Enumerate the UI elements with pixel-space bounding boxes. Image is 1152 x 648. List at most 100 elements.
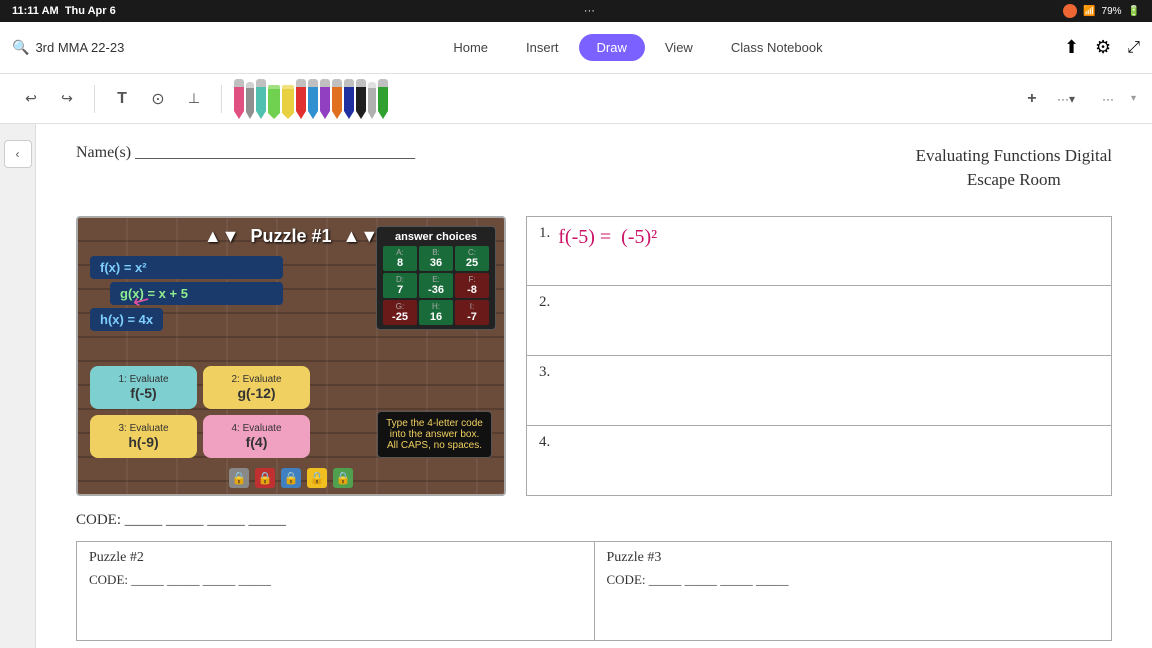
settings-icon[interactable]: ⚙ bbox=[1095, 37, 1111, 58]
tab-view[interactable]: View bbox=[647, 34, 711, 61]
answer-cell-H: H:16 bbox=[419, 300, 453, 325]
answer-cell-B: B:36 bbox=[419, 246, 453, 271]
puzzle-section: ▲▼ Puzzle #1 ▲▼ f(x) = x² g(x) = x + 5 h… bbox=[76, 216, 1112, 496]
pen-dark-blue[interactable] bbox=[344, 79, 354, 119]
puzzle-title: ▲▼ Puzzle #1 ▲▼ bbox=[204, 226, 378, 247]
answer-num-3: 3. bbox=[539, 364, 550, 381]
undo-button[interactable]: ↩ bbox=[16, 84, 46, 114]
answer-num-4: 4. bbox=[539, 434, 550, 451]
toolbar-separator-2 bbox=[221, 85, 222, 113]
puzzle-3-title: Puzzle #3 bbox=[607, 550, 1100, 566]
expand-icon[interactable]: ⤢ bbox=[1127, 39, 1140, 57]
pen-teal[interactable] bbox=[256, 79, 266, 119]
status-center-dots: ··· bbox=[584, 5, 595, 17]
answer-row-1: 1. f(-5) = (-5)² bbox=[527, 217, 1111, 287]
pen-blue[interactable] bbox=[308, 79, 318, 119]
toolbar: ↩ ↪ T ⊙ ⊥ bbox=[0, 74, 1152, 124]
lock-3: 🔒 bbox=[281, 468, 301, 488]
search-icon: 🔍 bbox=[12, 39, 29, 56]
answer-cell-I: I:-7 bbox=[455, 300, 489, 325]
pen-black[interactable] bbox=[356, 79, 366, 119]
status-time: 11:11 AM Thu Apr 6 bbox=[12, 5, 116, 17]
answer-grid: A:8 B:36 C:25 D:7 E:-36 F:-8 G:-25 H:16 … bbox=[383, 246, 489, 325]
locks-row: 🔒 🔒 🔒 🔒 🔒 bbox=[229, 468, 353, 488]
redo-button[interactable]: ↪ bbox=[52, 84, 82, 114]
overflow-button[interactable]: ··· bbox=[1093, 84, 1123, 114]
code-instruction-box: Type the 4-letter code into the answer b… bbox=[377, 411, 492, 458]
eval-btn-2: 2: Evaluate g(-12) bbox=[203, 366, 310, 409]
sidebar-toggle-area: ‹ bbox=[0, 124, 36, 648]
pen-green[interactable] bbox=[378, 79, 388, 119]
bottom-puzzles: Puzzle #2 CODE: _____ _____ _____ _____ … bbox=[76, 541, 1112, 641]
tab-class-notebook[interactable]: Class Notebook bbox=[713, 34, 841, 61]
more-pens-button[interactable]: ···▾ bbox=[1051, 84, 1081, 114]
answer-cell-F: F:-8 bbox=[455, 273, 489, 298]
nav-right: ⬆ ⚙ ⤢ bbox=[1064, 37, 1140, 58]
function-boxes: f(x) = x² g(x) = x + 5 h(x) = 4x bbox=[90, 256, 283, 331]
pen-gray[interactable] bbox=[246, 82, 254, 119]
pen-yellow-highlight[interactable] bbox=[282, 85, 294, 119]
pen-red[interactable] bbox=[296, 79, 306, 119]
answer-panel-title: answer choices bbox=[383, 231, 489, 243]
tab-insert[interactable]: Insert bbox=[508, 34, 577, 61]
pen-light-gray[interactable] bbox=[368, 82, 376, 119]
lock-5: 🔒 bbox=[333, 468, 353, 488]
pen-pink[interactable] bbox=[234, 79, 244, 119]
eval-btn-4: 4: Evaluate f(4) bbox=[203, 415, 310, 458]
search-text: 3rd MMA 22-23 bbox=[35, 40, 124, 55]
lock-4: 🔒 bbox=[307, 468, 327, 488]
puzzle-2-code: CODE: _____ _____ _____ _____ bbox=[89, 572, 582, 588]
pen-orange[interactable] bbox=[332, 79, 342, 119]
answer-choices-panel: answer choices A:8 B:36 C:25 D:7 E:-36 F… bbox=[376, 226, 496, 330]
sidebar-toggle-button[interactable]: ‹ bbox=[4, 140, 32, 168]
wifi-icon: 📶 bbox=[1083, 6, 1095, 17]
doc-header: Name(s) ________________________________… bbox=[76, 144, 1112, 192]
page-content: Name(s) ________________________________… bbox=[36, 124, 1152, 648]
content-area: ‹ Name(s) ______________________________… bbox=[0, 124, 1152, 648]
answer-cell-D: D:7 bbox=[383, 273, 417, 298]
answer-num-2: 2. bbox=[539, 294, 550, 311]
eraser-tool-button[interactable]: ⊥ bbox=[179, 84, 209, 114]
undo-redo-group: ↩ ↪ bbox=[16, 84, 82, 114]
record-indicator bbox=[1063, 4, 1077, 18]
code-line: CODE: _____ _____ _____ _____ bbox=[76, 512, 1112, 529]
lock-1: 🔒 bbox=[229, 468, 249, 488]
puzzle-3-code: CODE: _____ _____ _____ _____ bbox=[607, 572, 1100, 588]
answer-cell-A: A:8 bbox=[383, 246, 417, 271]
tab-draw[interactable]: Draw bbox=[579, 34, 645, 61]
nav-bar: 🔍 3rd MMA 22-23 Home Insert Draw View Cl… bbox=[0, 22, 1152, 74]
status-bar: 11:11 AM Thu Apr 6 ··· 📶 79% 🔋 bbox=[0, 0, 1152, 22]
puzzle-image: ▲▼ Puzzle #1 ▲▼ f(x) = x² g(x) = x + 5 h… bbox=[76, 216, 506, 496]
answer-cell-G: G:-25 bbox=[383, 300, 417, 325]
text-tools-group: T ⊙ ⊥ bbox=[107, 84, 209, 114]
puzzle-2-box: Puzzle #2 CODE: _____ _____ _____ _____ bbox=[77, 542, 595, 640]
answer-row-4: 4. bbox=[527, 426, 1111, 495]
eval-btn-1: 1: Evaluate f(-5) bbox=[90, 366, 197, 409]
pen-purple[interactable] bbox=[320, 79, 330, 119]
pen-tools-group bbox=[234, 79, 1005, 119]
nav-tabs: Home Insert Draw View Class Notebook bbox=[232, 34, 1044, 61]
answer-row-2: 2. bbox=[527, 286, 1111, 356]
app-container: 🔍 3rd MMA 22-23 Home Insert Draw View Cl… bbox=[0, 22, 1152, 648]
hx-box: h(x) = 4x bbox=[90, 308, 163, 331]
pen-green-highlight[interactable] bbox=[268, 85, 280, 119]
toolbar-separator-1 bbox=[94, 85, 95, 113]
puzzle-3-box: Puzzle #3 CODE: _____ _____ _____ _____ bbox=[595, 542, 1112, 640]
doc-title: Evaluating Functions DigitalEscape Room bbox=[916, 144, 1112, 192]
tab-home[interactable]: Home bbox=[435, 34, 506, 61]
lasso-tool-button[interactable]: ⊙ bbox=[143, 84, 173, 114]
evaluate-buttons: 1: Evaluate f(-5) 2: Evaluate g(-12) 3: … bbox=[90, 366, 310, 458]
status-right: 📶 79% 🔋 bbox=[1063, 4, 1140, 18]
puzzle-2-title: Puzzle #2 bbox=[89, 550, 582, 566]
text-tool-button[interactable]: T bbox=[107, 84, 137, 114]
answer-boxes: 1. f(-5) = (-5)² 2. 3. 4. bbox=[526, 216, 1112, 496]
name-line: Name(s) ________________________________… bbox=[76, 144, 415, 162]
eval-btn-3: 3: Evaluate h(-9) bbox=[90, 415, 197, 458]
fx-box: f(x) = x² bbox=[90, 256, 283, 279]
share-icon[interactable]: ⬆ bbox=[1064, 37, 1079, 58]
battery-icon: 🔋 bbox=[1128, 6, 1140, 17]
battery-percentage: 79% bbox=[1102, 6, 1122, 17]
answer-num-1: 1. bbox=[539, 225, 550, 242]
search-area[interactable]: 🔍 3rd MMA 22-23 bbox=[12, 39, 212, 56]
add-pen-button[interactable]: + bbox=[1017, 84, 1047, 114]
